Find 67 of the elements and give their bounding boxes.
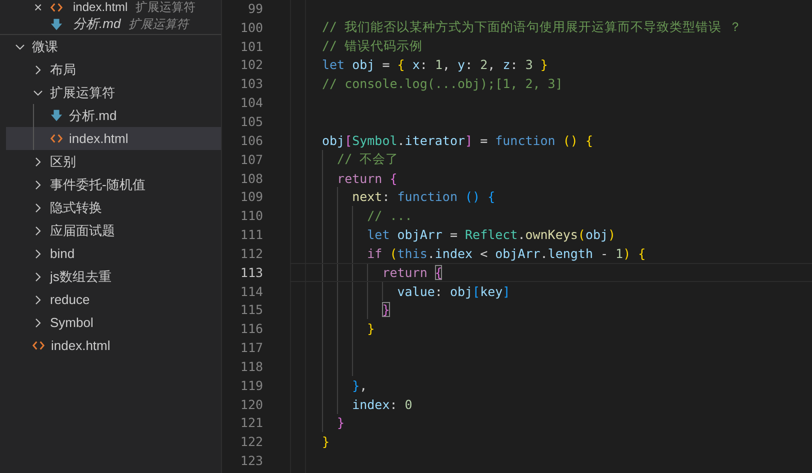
- tree-item[interactable]: 应届面试题: [6, 219, 221, 242]
- line-number: 102: [239, 57, 263, 72]
- tree-item[interactable]: 隐式转换: [6, 196, 221, 219]
- code-line: let objArr = Reflect.ownKeys(obj): [366, 227, 616, 242]
- down-arrow-icon: [50, 18, 63, 30]
- code-line: // 我们能否以某种方式为下面的语句使用展开运算而不导致类型错误 ？: [322, 18, 742, 36]
- code-line: // ...: [366, 208, 412, 224]
- line-number: 117: [239, 340, 263, 356]
- code-file-icon: [50, 132, 63, 145]
- line-number: 120: [239, 396, 263, 412]
- line-number: 118: [239, 358, 263, 374]
- tree-item[interactable]: reduce: [6, 288, 221, 311]
- open-editor-item[interactable]: index.html: [73, 0, 128, 14]
- folder-description: 扩展运算符: [128, 16, 189, 32]
- tree-item[interactable]: 区别: [6, 150, 221, 173]
- line-number: 100: [239, 20, 263, 35]
- code-line: // 不会了: [336, 150, 399, 168]
- line-number: 112: [239, 246, 263, 261]
- line-number: 119: [239, 378, 263, 393]
- line-number: 99: [246, 0, 263, 16]
- tree-item[interactable]: 事件委托-随机值: [6, 173, 221, 196]
- code-line: obj[Symbol.iterator] = function () {: [322, 132, 593, 148]
- line-number: 113: [239, 264, 263, 280]
- line-number: 111: [239, 227, 263, 242]
- line-number: 103: [239, 76, 263, 92]
- code-line: index: 0: [351, 396, 412, 412]
- line-number: 115: [239, 302, 263, 318]
- code-line: let obj = { x: 1, y: 2, z: 3 }: [322, 57, 548, 72]
- tree-item[interactable]: 微课: [6, 35, 221, 58]
- tree-item[interactable]: Symbol: [6, 311, 221, 334]
- line-number: 104: [239, 95, 263, 110]
- code-line: }: [381, 302, 390, 318]
- code-line: next: function () {: [351, 189, 496, 204]
- line-number: 107: [239, 152, 263, 167]
- tree-item[interactable]: index.html: [6, 127, 221, 150]
- line-number: 108: [239, 170, 263, 186]
- code-line: return {: [336, 170, 398, 186]
- tree-item[interactable]: js数组去重: [6, 265, 221, 288]
- code-line: // 错误代码示例: [322, 38, 423, 55]
- line-number: 122: [239, 434, 263, 450]
- code-line: },: [351, 378, 368, 393]
- down-arrow-icon: [50, 109, 63, 122]
- line-number: 105: [239, 114, 263, 129]
- code-line: if (this.index < objArr.length - 1) {: [366, 246, 646, 261]
- code-line: return {: [381, 264, 442, 280]
- line-number: 106: [239, 132, 263, 148]
- line-number: 116: [239, 321, 263, 336]
- tree-item[interactable]: index.html: [6, 334, 221, 357]
- code-line: }: [336, 415, 345, 430]
- code-file-icon: [32, 339, 45, 352]
- line-number: 123: [239, 453, 263, 468]
- tree-item[interactable]: 扩展运算符: [6, 81, 221, 104]
- code-file-icon: [50, 0, 63, 14]
- line-number: 109: [239, 189, 263, 204]
- code-line: }: [366, 321, 375, 336]
- tree-item[interactable]: bind: [6, 242, 221, 265]
- line-number: 110: [239, 208, 263, 224]
- open-editor-item[interactable]: 分析.md: [73, 15, 121, 33]
- code-line: }: [322, 434, 330, 450]
- line-number: 114: [239, 284, 263, 299]
- close-icon[interactable]: ×: [34, 0, 46, 14]
- code-line: // console.log(...obj);[1, 2, 3]: [322, 76, 563, 92]
- code-line: value: obj[key]: [396, 284, 510, 299]
- line-number: 121: [239, 415, 263, 430]
- line-number: 101: [239, 38, 263, 54]
- tree-item[interactable]: 布局: [6, 58, 221, 81]
- folder-description: 扩展运算符: [136, 0, 196, 16]
